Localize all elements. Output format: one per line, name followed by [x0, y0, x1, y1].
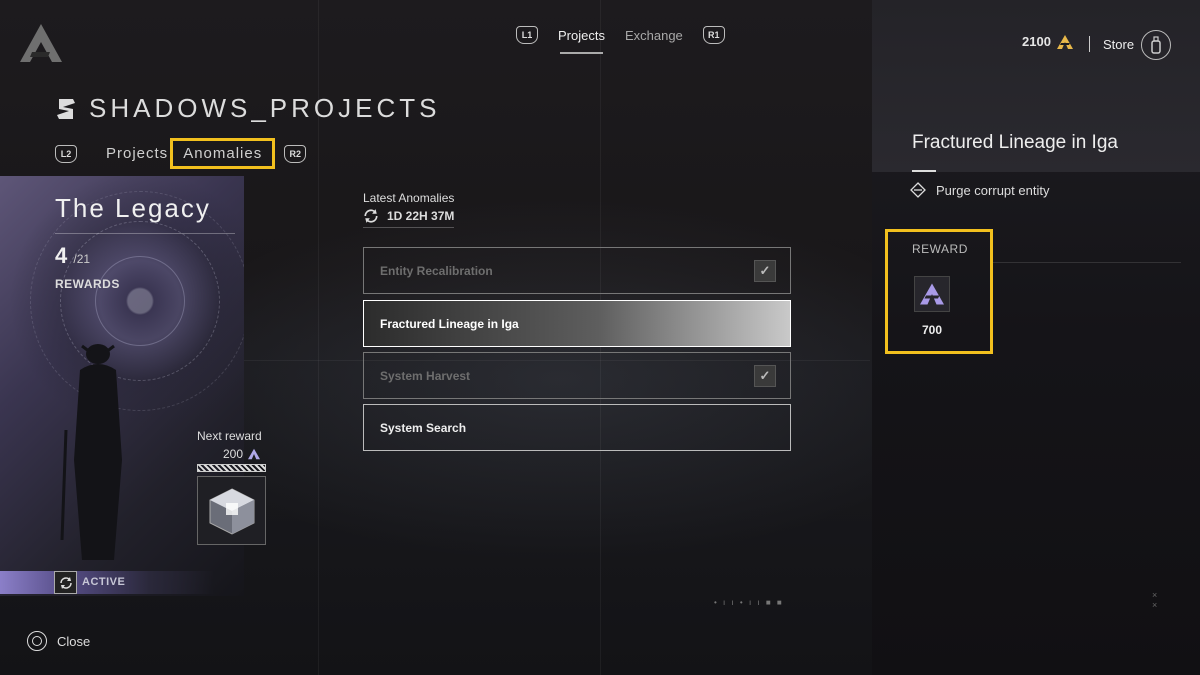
anomaly-item-system-search[interactable]: System Search — [363, 404, 791, 451]
l2-button-hint[interactable]: L2 — [55, 144, 77, 163]
top-navigation: L1 Projects Exchange R1 — [516, 26, 725, 54]
game-logo — [18, 22, 64, 64]
divider — [912, 170, 936, 172]
objective-row: Purge corrupt entity — [910, 182, 1049, 198]
rewards-label: REWARDS — [55, 277, 120, 291]
helix-credit-icon — [248, 448, 261, 460]
store-bag-icon[interactable] — [1141, 30, 1171, 60]
next-reward-progress-bar — [197, 464, 266, 472]
divider — [993, 262, 1181, 263]
r1-button-hint[interactable]: R1 — [702, 26, 725, 44]
l1-button-hint[interactable]: L1 — [516, 26, 538, 44]
refresh-icon — [364, 209, 378, 223]
detail-title: Fractured Lineage in Iga — [912, 132, 1118, 153]
store-link[interactable]: Store — [1103, 37, 1134, 52]
divider — [55, 233, 235, 234]
r2-button-hint[interactable]: R2 — [284, 144, 307, 163]
sub-tabs: L2 Projects Anomalies R2 — [55, 138, 307, 169]
anomaly-label: System Harvest — [380, 368, 471, 383]
next-reward-label: Next reward — [197, 429, 262, 443]
next-reward-amount: 200 — [223, 447, 244, 461]
close-label: Close — [57, 633, 91, 649]
next-reward-amount-row: 200 — [223, 447, 261, 461]
anomaly-item-fractured-lineage[interactable]: Fractured Lineage in Iga — [363, 300, 791, 347]
refresh-icon — [54, 571, 77, 594]
tab-exchange[interactable]: Exchange — [615, 28, 693, 43]
page-title: SHADOWS_PROJECTS — [89, 93, 441, 123]
rewards-earned: 4 — [55, 243, 68, 268]
tab-projects[interactable]: Projects — [548, 28, 615, 54]
timer-value: 1D 22H 37M — [387, 209, 455, 223]
anomalies-timer: 1D 22H 37M — [363, 208, 455, 228]
currency-balance: 2100 — [1022, 34, 1073, 49]
cube-reward-icon — [209, 487, 254, 535]
diamond-objective-icon — [910, 182, 926, 198]
currency-amount: 2100 — [1022, 34, 1051, 49]
checkmark-icon: ✓ — [754, 260, 776, 282]
helix-credit-icon — [1056, 34, 1073, 49]
page-header: SHADOWS_PROJECTS — [55, 93, 441, 124]
legacy-progress-count: 4 /21 — [55, 243, 90, 269]
active-status-label: ACTIVE — [82, 576, 126, 588]
anomaly-label: Entity Recalibration — [380, 263, 493, 278]
helix-credit-icon[interactable] — [914, 276, 950, 312]
anomaly-label: Fractured Lineage in Iga — [380, 316, 519, 331]
checkmark-icon: ✓ — [754, 365, 776, 387]
decorative-mark: × × — [1152, 590, 1158, 610]
samurai-figure-art — [60, 344, 122, 560]
subtab-anomalies[interactable]: Anomalies — [170, 138, 276, 169]
objective-text: Purge corrupt entity — [936, 182, 1050, 198]
next-reward-item[interactable] — [197, 476, 266, 545]
close-action[interactable]: Close — [27, 631, 90, 651]
latest-anomalies-label: Latest Anomalies — [363, 191, 455, 205]
legacy-title: The Legacy — [55, 193, 211, 223]
subtab-projects[interactable]: Projects — [106, 145, 168, 162]
reward-amount: 700 — [922, 323, 943, 337]
reward-label: REWARD — [912, 242, 968, 256]
divider — [1089, 36, 1090, 52]
anomaly-label: System Search — [380, 420, 467, 435]
anomaly-item-system-harvest[interactable]: System Harvest ✓ — [363, 352, 791, 399]
circle-button-icon — [27, 631, 47, 651]
decorative-dots: • ı ı • ı ı ■ ■ — [714, 598, 784, 607]
projects-logo-icon — [57, 98, 75, 119]
anomaly-item-entity-recalibration[interactable]: Entity Recalibration ✓ — [363, 247, 791, 294]
rewards-total: /21 — [73, 252, 91, 266]
